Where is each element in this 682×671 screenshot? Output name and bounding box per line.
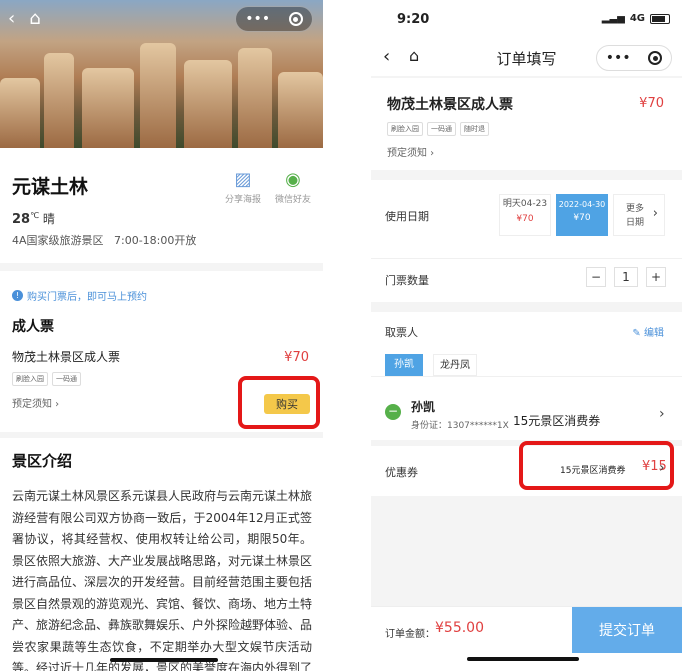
more-dates-button[interactable]: 更多日期 › <box>613 194 665 236</box>
info-icon: ! <box>12 290 23 301</box>
share-poster-label: 分享海报 <box>224 195 261 205</box>
status-icons: ▂▃▅ 4G <box>602 13 670 24</box>
home-icon[interactable]: ⌂ <box>29 8 40 29</box>
weather-desc: 晴 <box>42 212 55 226</box>
status-time: 9:20 <box>397 12 430 27</box>
page-title: 元谋土林 <box>12 176 89 198</box>
bottom-bar: 订单金额： ¥55.00 提交订单 <box>371 606 682 671</box>
quantity-stepper: − 1 + <box>586 267 666 287</box>
date-option-date: 2022-04-30 <box>558 200 606 209</box>
date-option-price: ¥70 <box>516 214 534 224</box>
chevron-right-icon[interactable]: › <box>659 406 665 422</box>
miniprogram-capsule: ••• <box>596 45 672 71</box>
product-price: ¥70 <box>284 350 309 365</box>
network-type: 4G <box>629 13 645 24</box>
edit-label: 编辑 <box>644 328 664 339</box>
wechat-icon: ◉ <box>285 169 301 190</box>
image-icon: ▨ <box>234 169 252 190</box>
buy-button[interactable]: 购买 <box>264 394 310 414</box>
edit-icon: ✎ <box>632 328 641 339</box>
status-bar: 9:20 ▂▃▅ 4G <box>371 0 682 40</box>
weather-temp: 28 <box>12 212 31 227</box>
back-icon[interactable]: ‹ <box>8 8 15 29</box>
product-name: 物茂土林景区成人票 <box>387 97 513 113</box>
product-tags: 刷脸入园 一码通 随时退 <box>387 122 489 136</box>
weather: 28℃ 晴 <box>12 210 55 227</box>
date-option-date: 明天04-23 <box>502 199 548 209</box>
battery-icon <box>650 13 670 24</box>
tag: 刷脸入园 <box>12 372 48 386</box>
product-price: ¥70 <box>639 96 664 111</box>
date-option-selected[interactable]: 2022-04-30 ¥70 <box>556 194 608 236</box>
tag: 随时退 <box>460 122 489 136</box>
remove-holder-icon[interactable]: − <box>385 404 401 420</box>
divider <box>371 376 682 377</box>
highlight-box <box>519 441 674 490</box>
increase-button[interactable]: + <box>646 267 666 287</box>
intro-text: 云南元谋土林风景区系元谋县人民政府与云南元谋土林旅游经营有限公司双方协商一致后，… <box>12 489 313 671</box>
decrease-button[interactable]: − <box>586 267 606 287</box>
coupon-popup-text: 15元景区消费券 <box>513 414 601 428</box>
booking-notice-link[interactable]: 预定须知 › <box>387 144 434 159</box>
scenic-detail-page: ‹ ⌂ ••• ▭ 1/6 元谋土林 ▨ 分享海报 ◉ 微信好友 28℃ 晴 4… <box>0 0 323 671</box>
chevron-right-icon: › <box>652 206 658 221</box>
share-friend-label: 微信好友 <box>274 195 311 205</box>
edit-button[interactable]: ✎ 编辑 <box>632 324 664 339</box>
date-label: 使用日期 <box>385 210 429 223</box>
product-name: 物茂土林景区成人票 <box>12 350 121 364</box>
more-icon[interactable]: ••• <box>606 50 631 66</box>
product-card: 物茂土林景区成人票 ¥70 刷脸入园 一码通 随时退 预定须知 › <box>371 78 682 170</box>
booking-notice-link[interactable]: 预定须知 › <box>12 395 59 410</box>
person-chip[interactable]: 龙丹凤 <box>433 354 477 376</box>
tip-text: 购买门票后，即可马上预约 <box>27 292 147 303</box>
holder-id: 身份证：1307******1X <box>411 421 509 431</box>
share-friend-button[interactable]: ◉ 微信好友 <box>275 168 311 205</box>
miniprogram-capsule: ••• <box>235 6 313 32</box>
share-poster-button[interactable]: ▨ 分享海报 <box>225 168 261 205</box>
tag: 一码通 <box>427 122 456 136</box>
ticket-section-title: 成人票 <box>12 319 54 335</box>
quantity-label: 门票数量 <box>385 274 429 287</box>
divider <box>371 258 682 259</box>
order-amount: ¥55.00 <box>435 620 484 636</box>
holder-name: 孙凯 <box>411 400 436 414</box>
date-option[interactable]: 明天04-23 ¥70 <box>499 194 551 236</box>
intro-title: 景区介绍 <box>12 452 73 470</box>
divider <box>0 263 323 271</box>
scenic-info: 4A国家级旅游景区 7:00-18:00开放 <box>12 234 197 247</box>
home-indicator <box>110 658 218 662</box>
nav-bar: ‹ ⌂ 订单填写 ••• <box>371 40 682 76</box>
date-option-price: ¥70 <box>573 213 591 223</box>
signal-icon: ▂▃▅ <box>601 13 625 24</box>
more-icon[interactable]: ••• <box>245 11 270 27</box>
close-miniprogram-icon[interactable] <box>648 51 663 65</box>
product-tags: 刷脸入园 一码通 <box>12 372 81 386</box>
close-miniprogram-icon[interactable] <box>288 12 303 26</box>
pickup-label: 取票人 <box>385 326 418 339</box>
coupon-label: 优惠券 <box>385 466 418 479</box>
tag: 刷脸入园 <box>387 122 423 136</box>
quantity-value[interactable]: 1 <box>614 267 638 287</box>
order-page: 9:20 ▂▃▅ 4G ‹ ⌂ 订单填写 ••• 物茂土林景区成人票 ¥70 刷… <box>371 0 682 671</box>
divider <box>0 432 323 438</box>
home-indicator <box>467 657 579 661</box>
person-chip-selected[interactable]: 孙凯 <box>385 354 423 376</box>
tag: 一码通 <box>52 372 81 386</box>
more-dates-label: 更多日期 <box>626 204 645 228</box>
share-area: ▨ 分享海报 ◉ 微信好友 <box>225 168 311 205</box>
order-amount-label: 订单金额： <box>385 629 435 640</box>
submit-order-button[interactable]: 提交订单 <box>572 607 682 653</box>
weather-unit: ℃ <box>30 211 40 220</box>
purchase-tip: ! 购买门票后，即可马上预约 <box>12 288 147 303</box>
hero-nav: ‹ ⌂ <box>8 8 41 29</box>
